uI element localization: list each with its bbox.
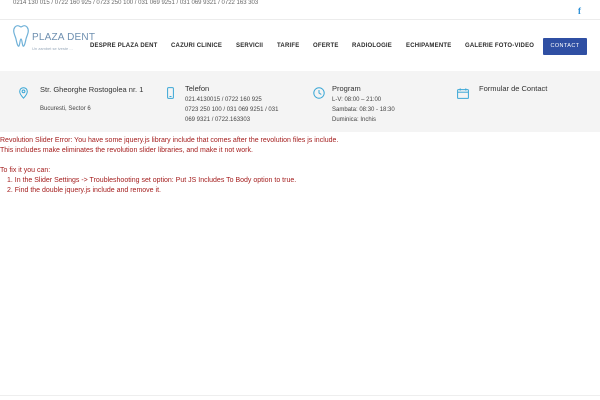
address-title: Str. Gheorghe Rostogolea nr. 1: [40, 85, 144, 94]
nav-echipamente[interactable]: ECHIPAMENTE: [406, 43, 451, 49]
nav-tarife[interactable]: TARIFE: [277, 43, 299, 49]
map-pin-icon: [19, 87, 28, 99]
phone-title: Telefon: [185, 84, 210, 93]
bottom-divider: [0, 395, 600, 396]
clock-icon: [313, 87, 325, 99]
top-phone-numbers: 0214 130 015 / 0722 160 925 / 0723 250 1…: [13, 0, 259, 6]
error-fix-step-2: 2. Find the double jquery.js include and…: [7, 187, 161, 194]
facebook-icon[interactable]: f: [578, 6, 581, 16]
top-bar: 0214 130 015 / 0722 160 925 / 0723 250 1…: [0, 0, 600, 20]
nav-galerie-foto-video[interactable]: GALERIE FOTO-VIDEO: [465, 43, 534, 49]
error-fix-intro: To fix it you can:: [0, 167, 51, 174]
nav-servicii[interactable]: SERVICII: [236, 43, 263, 49]
contact-form-link[interactable]: Formular de Contact: [479, 84, 547, 93]
error-line-2: This includes make eliminates the revolu…: [0, 147, 253, 154]
revolution-slider-error: Revolution Slider Error: You have some j…: [0, 136, 600, 196]
tooth-icon: [13, 25, 29, 47]
contact-info-strip: Str. Gheorghe Rostogolea nr. 1 Bucuresti…: [0, 71, 600, 132]
nav-radiologie[interactable]: RADIOLOGIE: [352, 43, 392, 49]
site-logo[interactable]: PLAZA DENT Un zambet se iveste ...: [12, 24, 96, 66]
phone-line-3: 069 9321 / 0722.163303: [185, 117, 251, 123]
error-line-1: Revolution Slider Error: You have some j…: [0, 137, 339, 144]
contact-button[interactable]: CONTACT: [543, 38, 587, 55]
logo-tagline: Un zambet se iveste ...: [32, 46, 73, 51]
calendar-icon: [457, 88, 469, 99]
error-fix-step-1: 1. In the Slider Settings -> Troubleshoo…: [7, 177, 297, 184]
nav-cazuri-clinice[interactable]: CAZURI CLINICE: [171, 43, 222, 49]
schedule-sunday: Duminica: Inchis: [332, 117, 377, 123]
schedule-title: Program: [332, 84, 361, 93]
error-fix-steps: 1. In the Slider Settings -> Troubleshoo…: [0, 176, 600, 196]
nav-oferte[interactable]: OFERTE: [313, 43, 339, 49]
nav-despre-plaza-dent[interactable]: DESPRE PLAZA DENT: [90, 43, 158, 49]
address-text: Bucuresti, Sector 6: [40, 106, 91, 112]
phone-icon: [167, 87, 174, 99]
logo-name: PLAZA DENT: [32, 32, 96, 43]
error-spacer: [0, 156, 600, 166]
